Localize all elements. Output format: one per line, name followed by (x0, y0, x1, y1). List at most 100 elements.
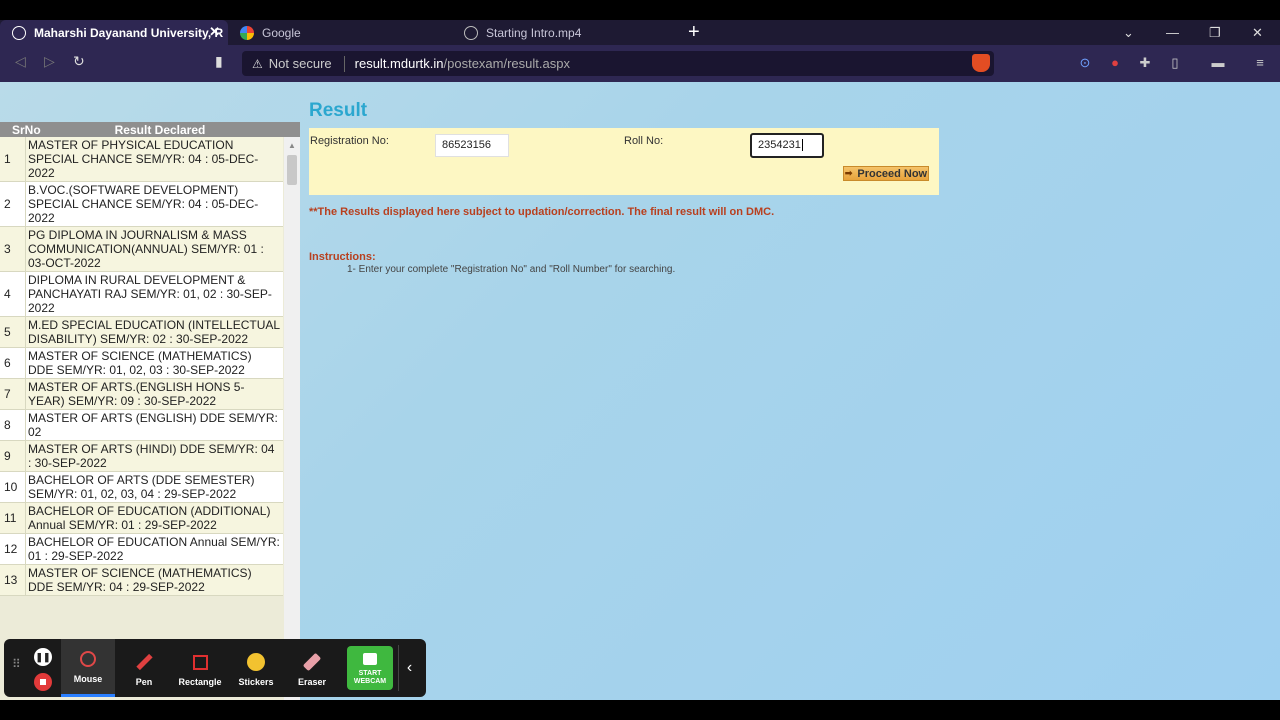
results-sidebar: SrNo Result Declared 1 MASTER OF PHYSICAL… (0, 122, 300, 700)
row-result-link[interactable]: M.ED SPECIAL EDUCATION (INTELLECTUAL DIS… (26, 317, 283, 347)
address-bar[interactable]: ⚠ Not secure result.mdurtk.in/postexam/r… (242, 51, 994, 76)
eraser-icon (302, 652, 322, 672)
row-result-link[interactable]: MASTER OF ARTS.(ENGLISH HONS 5-YEAR) SEM… (26, 379, 283, 409)
table-row[interactable]: 3 PG DIPLOMA IN JOURNALISM & MASS COMMUNI… (0, 227, 283, 272)
notice-text: **The Results displayed here subject to … (309, 206, 775, 218)
row-result-link[interactable]: BACHELOR OF EDUCATION Annual SEM/YR: 01 … (26, 534, 283, 564)
record-extension-icon[interactable]: ● (1107, 55, 1123, 71)
sidebar-header: SrNo Result Declared (0, 122, 300, 137)
search-extension-icon[interactable]: ⊙ (1077, 55, 1093, 71)
table-row[interactable]: 6 MASTER OF SCIENCE (MATHEMATICS) DDE SEM… (0, 348, 283, 379)
table-row[interactable]: 9 MASTER OF ARTS (HINDI) DDE SEM/YR: 04 :… (0, 441, 283, 472)
reload-icon[interactable]: ↻ (73, 53, 85, 70)
divider (343, 55, 345, 72)
row-result-link[interactable]: B.VOC.(SOFTWARE DEVELOPMENT) SPECIAL CHA… (26, 182, 283, 226)
table-row[interactable]: 11 BACHELOR OF EDUCATION (ADDITIONAL) Ann… (0, 503, 283, 534)
tab-search-icon[interactable]: ⌄ (1123, 20, 1134, 45)
globe-icon (464, 25, 478, 40)
collapse-toolbar-icon[interactable]: ‹ (398, 645, 420, 691)
not-secure-label[interactable]: Not secure (269, 56, 332, 71)
table-row[interactable]: 4 DIPLOMA IN RURAL DEVELOPMENT & PANCHAYA… (0, 272, 283, 317)
bookmark-icon[interactable]: ▮ (215, 53, 223, 70)
col-result-declared: Result Declared (114, 122, 206, 137)
restore-icon[interactable]: ❐ (1209, 20, 1221, 45)
row-srno: 1 (0, 137, 26, 181)
tool-label: Mouse (73, 674, 103, 684)
tool-label: Pen (135, 677, 153, 687)
stop-icon[interactable] (34, 673, 52, 691)
tool-label: Stickers (238, 677, 274, 687)
table-row[interactable]: 1 MASTER OF PHYSICAL EDUCATION SPECIAL CH… (0, 137, 283, 182)
row-result-link[interactable]: MASTER OF ARTS (HINDI) DDE SEM/YR: 04 : … (26, 441, 283, 471)
row-result-link[interactable]: MASTER OF PHYSICAL EDUCATION SPECIAL CHA… (26, 137, 283, 181)
scroll-thumb[interactable] (287, 155, 297, 185)
table-row[interactable]: 7 MASTER OF ARTS.(ENGLISH HONS 5-YEAR) SE… (0, 379, 283, 410)
url-host[interactable]: result.mdurtk.in (355, 56, 444, 71)
table-row[interactable]: 8 MASTER OF ARTS (ENGLISH) DDE SEM/YR: 02 (0, 410, 283, 441)
sidebar-scrollbar[interactable]: ▲ (284, 137, 300, 700)
row-result-link[interactable]: MASTER OF SCIENCE (MATHEMATICS) DDE SEM/… (26, 565, 283, 595)
roll-value: 2354231 (758, 139, 801, 151)
tool-pen[interactable]: Pen (117, 639, 171, 697)
tool-rectangle[interactable]: Rectangle (173, 639, 227, 697)
minimize-icon[interactable]: — (1166, 20, 1179, 45)
wallet-icon[interactable]: ▬ (1207, 55, 1229, 71)
row-result-link[interactable]: BACHELOR OF ARTS (DDE SEMESTER) SEM/YR: … (26, 472, 283, 502)
tool-label: Rectangle (178, 677, 222, 687)
table-row[interactable]: 12 BACHELOR OF EDUCATION Annual SEM/YR: 0… (0, 534, 283, 565)
webcam-label-2: WEBCAM (353, 678, 387, 685)
drag-handle-icon[interactable]: ⠿ (12, 658, 21, 670)
table-row[interactable]: 13 MASTER OF SCIENCE (MATHEMATICS) DDE SE… (0, 565, 283, 596)
scroll-up-icon[interactable]: ▲ (288, 141, 296, 150)
forward-icon[interactable]: ▷ (44, 53, 55, 70)
back-icon[interactable]: ◁ (15, 53, 26, 70)
row-result-link[interactable]: PG DIPLOMA IN JOURNALISM & MASS COMMUNIC… (26, 227, 283, 271)
rectangle-icon (190, 652, 210, 672)
row-result-link[interactable]: MASTER OF ARTS (ENGLISH) DDE SEM/YR: 02 (26, 410, 283, 440)
warning-icon[interactable]: ⚠ (252, 57, 263, 71)
row-srno: 6 (0, 348, 26, 378)
new-tab-icon[interactable]: + (688, 20, 700, 45)
letterbox-bottom (0, 700, 1280, 720)
row-result-link[interactable]: DIPLOMA IN RURAL DEVELOPMENT & PANCHAYAT… (26, 272, 283, 316)
tool-label: Eraser (297, 677, 327, 687)
row-srno: 7 (0, 379, 26, 409)
tool-eraser[interactable]: Eraser (285, 639, 339, 697)
tab-starting-intro[interactable]: Starting Intro.mp4 (452, 20, 676, 45)
sticker-icon (246, 652, 266, 672)
registration-label: Registration No: (310, 135, 389, 147)
menu-icon[interactable]: ≡ (1252, 55, 1268, 71)
roll-input[interactable]: 2354231 (750, 133, 824, 158)
row-srno: 13 (0, 565, 26, 595)
sidebar-icon[interactable]: ▯ (1167, 55, 1183, 71)
url-path[interactable]: /postexam/result.aspx (444, 56, 570, 71)
close-window-icon[interactable]: ✕ (1252, 20, 1263, 45)
start-webcam-button[interactable]: START WEBCAM (347, 646, 393, 690)
row-result-link[interactable]: MASTER OF SCIENCE (MATHEMATICS) DDE SEM/… (26, 348, 283, 378)
recorder-toolbar: ⠿ ❚❚ Mouse Pen Rectangle Stickers Eraser… (4, 639, 426, 697)
table-row[interactable]: 10 BACHELOR OF ARTS (DDE SEMESTER) SEM/YR… (0, 472, 283, 503)
search-form: Registration No: 86523156 Roll No: 23542… (309, 128, 939, 195)
registration-input[interactable]: 86523156 (435, 134, 509, 157)
instruction-line: 1- Enter your complete "Registration No"… (347, 264, 676, 275)
tab-google[interactable]: Google (228, 20, 452, 45)
row-result-link[interactable]: BACHELOR OF EDUCATION (ADDITIONAL) Annua… (26, 503, 283, 533)
page-title: Result (309, 100, 368, 121)
extensions-icon[interactable]: ✚ (1137, 55, 1153, 71)
row-srno: 12 (0, 534, 26, 564)
close-tab-icon[interactable]: ✕ (209, 24, 220, 40)
arrow-right-icon: ➡ (844, 168, 853, 178)
tab-label: Maharshi Dayanand University, R (34, 25, 224, 40)
col-srno: SrNo (12, 122, 41, 137)
proceed-button[interactable]: ➡ Proceed Now (843, 166, 929, 181)
tab-mdu[interactable]: Maharshi Dayanand University, R ✕ (0, 20, 228, 45)
results-list: 1 MASTER OF PHYSICAL EDUCATION SPECIAL CH… (0, 137, 283, 596)
table-row[interactable]: 5 M.ED SPECIAL EDUCATION (INTELLECTUAL DI… (0, 317, 283, 348)
tool-mouse[interactable]: Mouse (61, 639, 115, 697)
webcam-icon (363, 653, 377, 665)
row-srno: 2 (0, 182, 26, 226)
tool-stickers[interactable]: Stickers (229, 639, 283, 697)
brave-shields-icon[interactable] (972, 54, 990, 72)
pause-icon[interactable]: ❚❚ (34, 648, 52, 666)
table-row[interactable]: 2 B.VOC.(SOFTWARE DEVELOPMENT) SPECIAL CH… (0, 182, 283, 227)
